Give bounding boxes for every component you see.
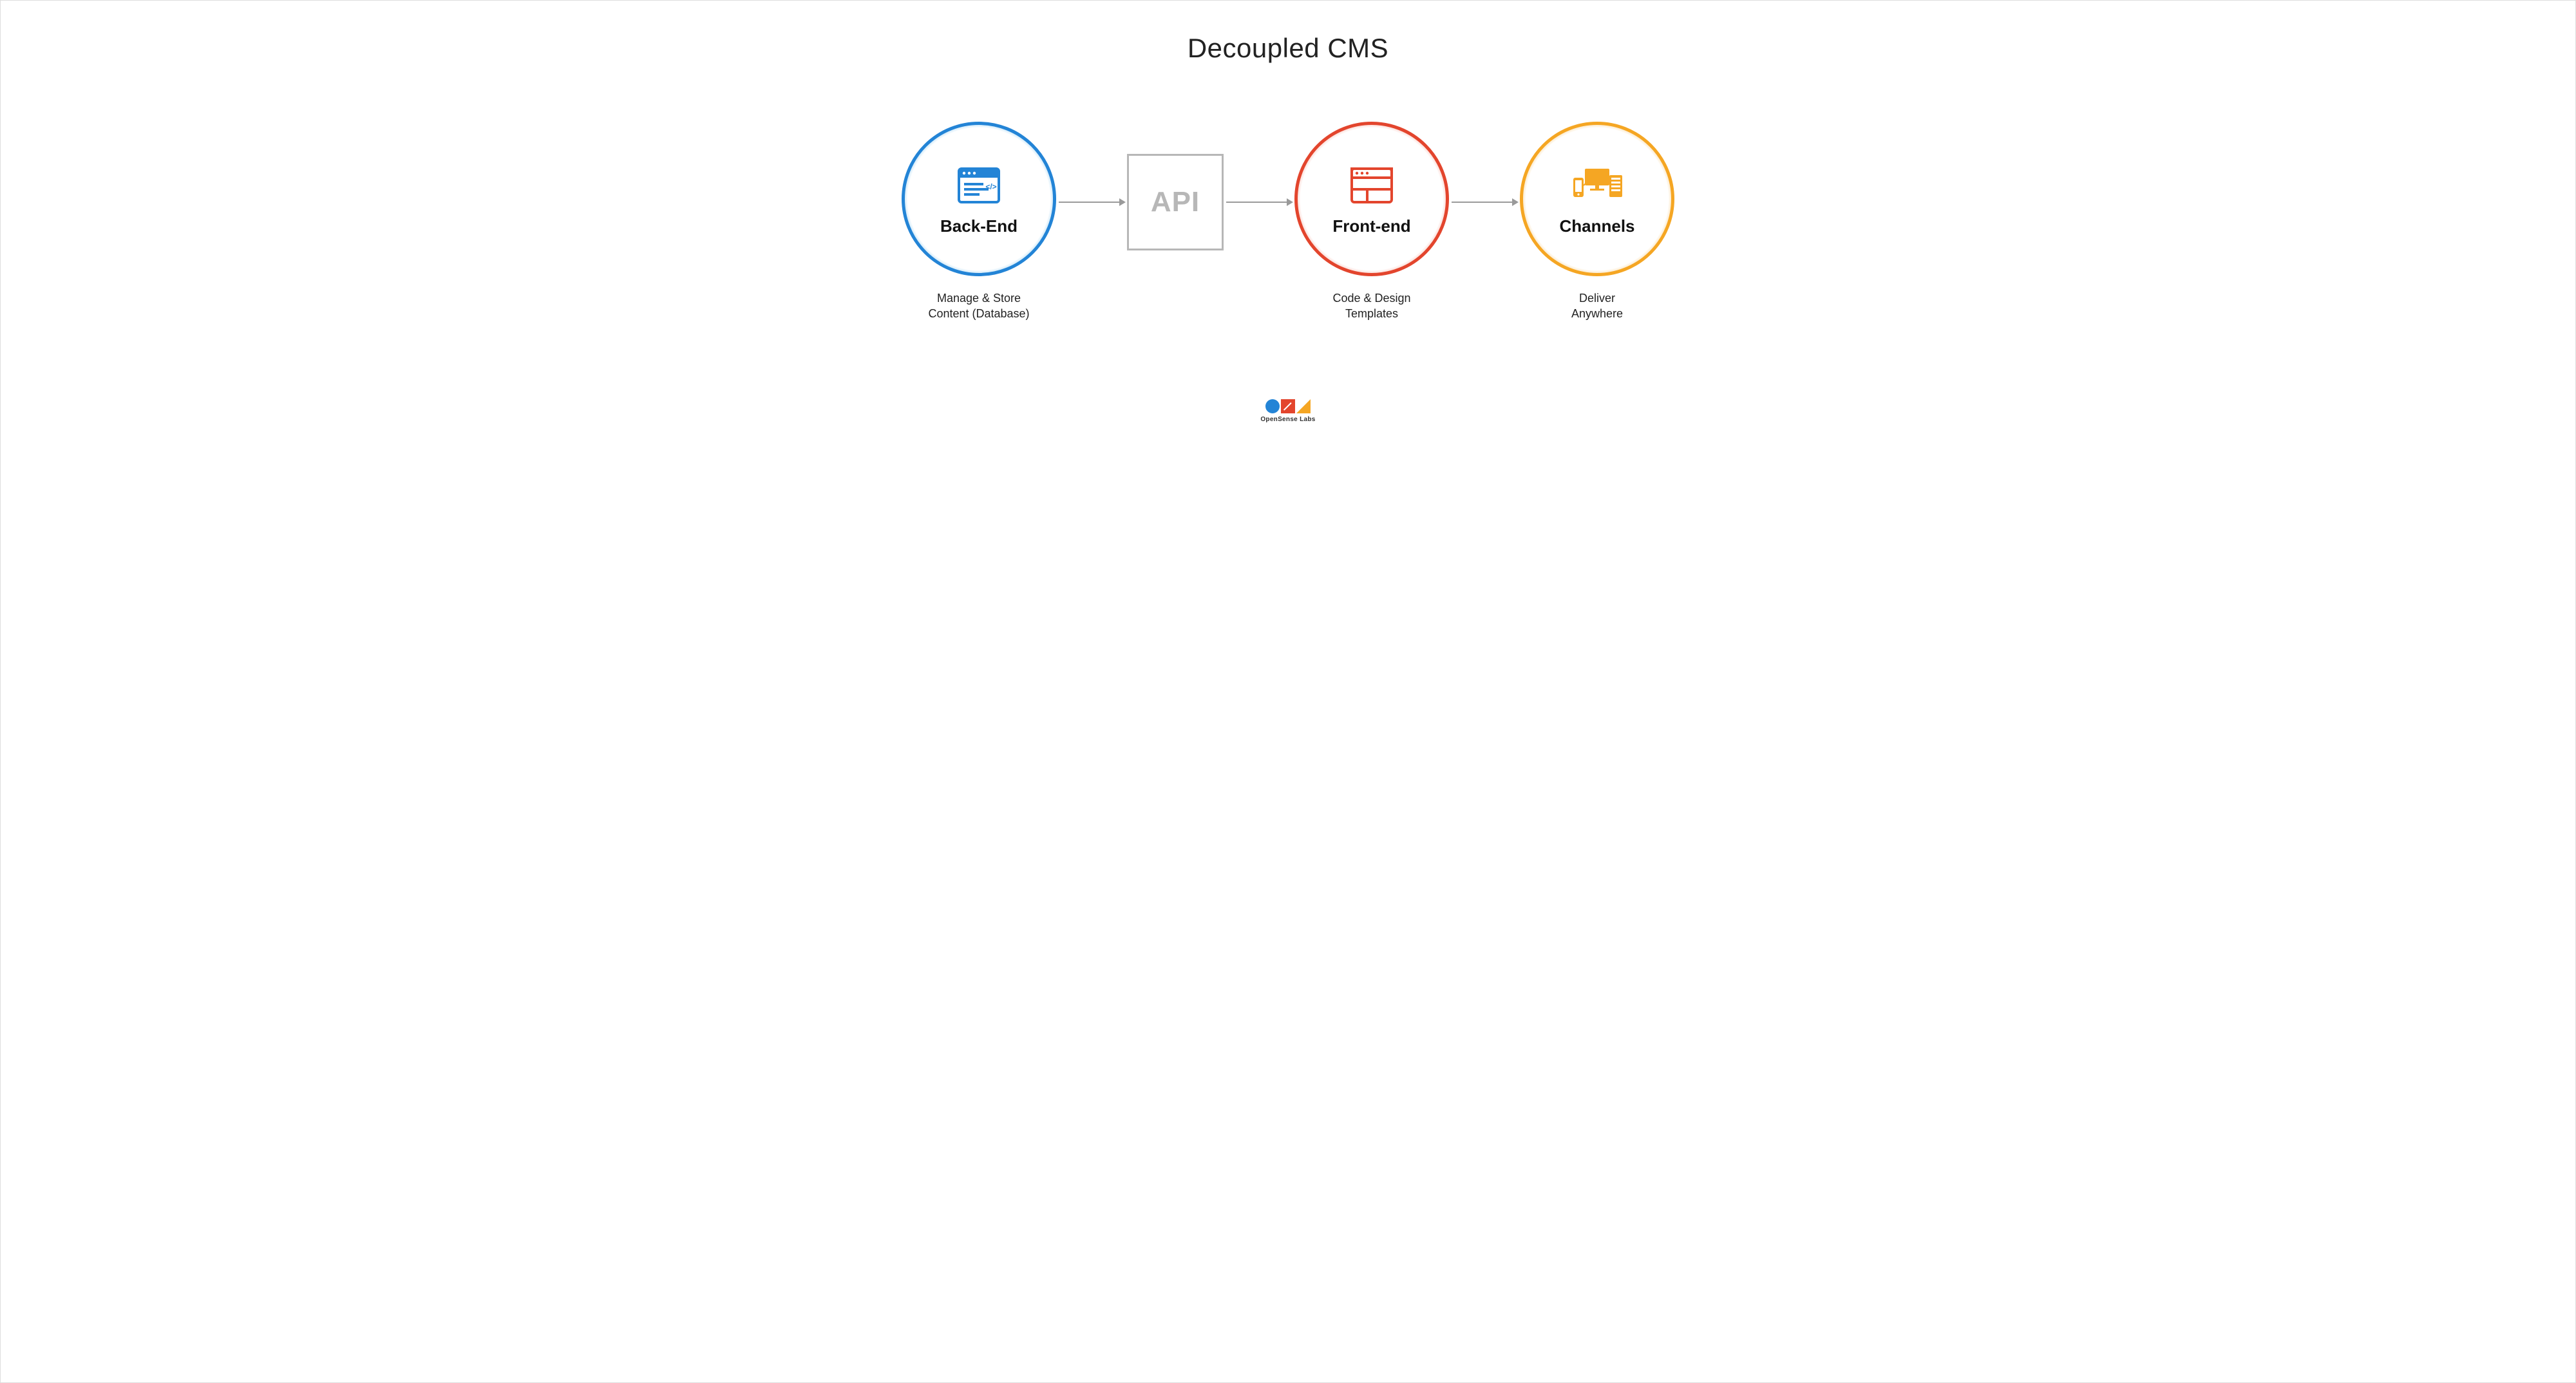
channels-node: Channels Deliver Anywhere (1520, 122, 1674, 322)
frontend-label: Front-end (1332, 216, 1410, 236)
api-node: API (1127, 154, 1224, 289)
opensenselabs-mark-icon (1265, 399, 1311, 413)
arrow-frontend-to-channels (1449, 196, 1520, 209)
flow-row: </> Back-End Manage & Store Content (Dat… (837, 122, 1739, 322)
channels-label: Channels (1559, 216, 1634, 236)
api-label: API (1151, 186, 1200, 218)
diagram-title: Decoupled CMS (1188, 33, 1388, 64)
layout-window-icon (1349, 162, 1394, 209)
attribution-text: OpenSense Labs (1260, 416, 1315, 423)
devices-icon (1569, 162, 1625, 209)
frontend-circle: Front-end (1294, 122, 1449, 276)
frontend-node: Front-end Code & Design Templates (1294, 122, 1449, 322)
svg-text:</>: </> (985, 182, 996, 191)
frontend-subtitle: Code & Design Templates (1332, 290, 1410, 322)
backend-subtitle: Manage & Store Content (Database) (928, 290, 1029, 322)
attribution-logo: OpenSense Labs (1260, 399, 1315, 423)
diagram-frame: Decoupled CMS </> (0, 0, 2576, 1383)
channels-subtitle: Deliver Anywhere (1571, 290, 1623, 322)
channels-circle: Channels (1520, 122, 1674, 276)
backend-label: Back-End (940, 216, 1018, 236)
arrow-api-to-frontend (1224, 196, 1294, 209)
backend-node: </> Back-End Manage & Store Content (Dat… (902, 122, 1056, 322)
api-box: API (1127, 154, 1224, 250)
code-window-icon: </> (956, 162, 1001, 209)
arrow-backend-to-api (1056, 196, 1127, 209)
backend-circle: </> Back-End (902, 122, 1056, 276)
